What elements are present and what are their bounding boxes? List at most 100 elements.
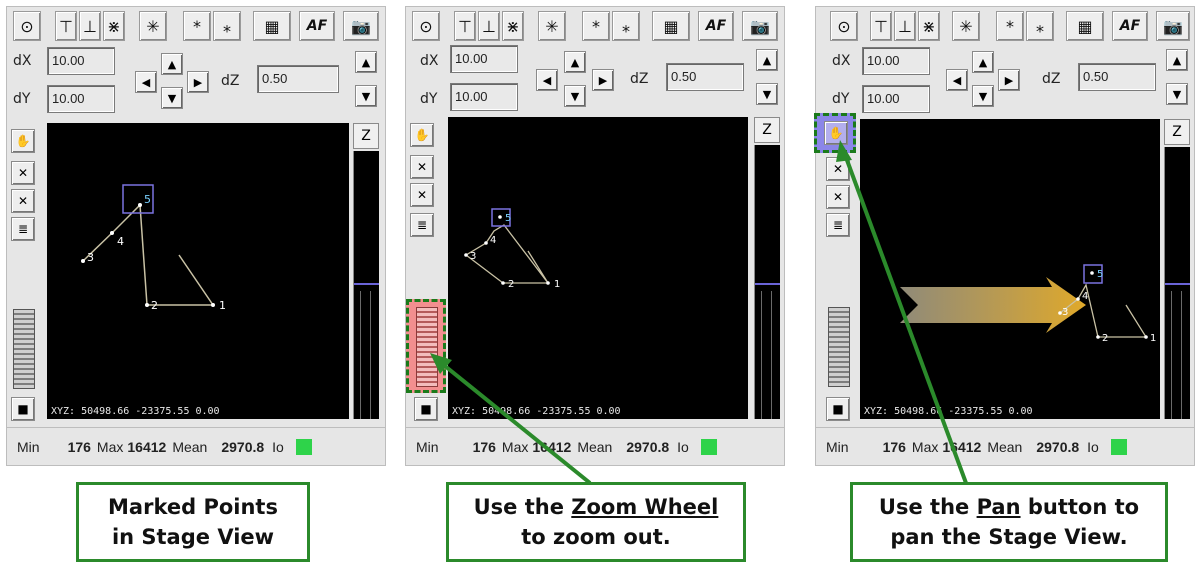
arrow-left-button[interactable]: ◀ xyxy=(946,69,968,91)
arrow-right-button[interactable]: ▶ xyxy=(187,71,209,93)
list-icon[interactable]: ≣ xyxy=(410,213,434,237)
caption-line: in Stage View xyxy=(111,525,275,549)
z-up-button[interactable]: ▲ xyxy=(1166,49,1188,71)
stage-view[interactable]: 1 2 3 4 5 XYZ: 50498.66 -23375.55 0.00 xyxy=(860,119,1160,419)
align-center-icon[interactable]: ⋇ xyxy=(918,11,940,41)
z-column xyxy=(353,151,379,419)
stop-icon[interactable]: ■ xyxy=(826,397,850,421)
clear-point-icon[interactable]: ✕ xyxy=(11,161,35,185)
dy-label: dY xyxy=(13,91,31,107)
arrow-left-button[interactable]: ◀ xyxy=(135,71,157,93)
star-top-icon[interactable]: * xyxy=(582,11,610,41)
max-label: Max xyxy=(96,438,124,455)
dz-field[interactable]: 0.50 xyxy=(666,63,744,91)
target-icon[interactable]: ⊙ xyxy=(412,11,440,41)
arrow-down-button[interactable]: ▼ xyxy=(161,87,183,109)
z-down-button[interactable]: ▼ xyxy=(756,83,778,105)
target-icon[interactable]: ⊙ xyxy=(13,11,41,41)
camera-icon[interactable]: 📷 xyxy=(1156,11,1190,41)
star-top-icon[interactable]: * xyxy=(996,11,1024,41)
arrow-down-button[interactable]: ▼ xyxy=(972,85,994,107)
af-button[interactable]: AF xyxy=(1112,11,1148,41)
z-up-button[interactable]: ▲ xyxy=(355,51,377,73)
caption-line: to zoom out. xyxy=(521,525,671,549)
point-label-5: 5 xyxy=(144,193,151,206)
grid-icon[interactable]: ▦ xyxy=(652,11,690,41)
list-icon[interactable]: ≣ xyxy=(11,217,35,241)
clear-all-icon[interactable]: ✕ xyxy=(826,185,850,209)
z-down-button[interactable]: ▼ xyxy=(355,85,377,107)
dy-field[interactable]: 10.00 xyxy=(47,85,115,113)
z-down-button[interactable]: ▼ xyxy=(1166,83,1188,105)
dz-field[interactable]: 0.50 xyxy=(257,65,339,93)
status-bar: Min 176 Max 16412 Mean 2970.8 Io xyxy=(406,427,784,465)
list-icon[interactable]: ≣ xyxy=(826,213,850,237)
arrow-left-button[interactable]: ◀ xyxy=(536,69,558,91)
z-up-button[interactable]: ▲ xyxy=(756,49,778,71)
star-icon[interactable]: ✳ xyxy=(139,11,167,41)
camera-icon[interactable]: 📷 xyxy=(343,11,379,41)
status-indicator xyxy=(295,438,312,455)
camera-icon[interactable]: 📷 xyxy=(742,11,778,41)
grid-icon[interactable]: ▦ xyxy=(1066,11,1104,41)
stage-view[interactable]: 1 2 3 4 5 XYZ: 50498.66 -23375.55 0.00 xyxy=(47,123,349,419)
af-button[interactable]: AF xyxy=(698,11,734,41)
star-top-icon[interactable]: * xyxy=(183,11,211,41)
star-icon[interactable]: ✳ xyxy=(538,11,566,41)
dy-field[interactable]: 10.00 xyxy=(862,85,930,113)
max-label: Max xyxy=(501,438,529,455)
align-bottom-icon[interactable]: ⊥ xyxy=(478,11,500,41)
align-top-icon[interactable]: ⊤ xyxy=(454,11,476,41)
max-value: 16412 xyxy=(127,438,167,455)
zoom-wheel[interactable] xyxy=(416,307,438,387)
stop-icon[interactable]: ■ xyxy=(414,397,438,421)
io-label: Io xyxy=(677,438,689,455)
min-label: Min xyxy=(416,438,439,455)
dy-field[interactable]: 10.00 xyxy=(450,83,518,111)
align-bottom-icon[interactable]: ⊥ xyxy=(79,11,101,41)
star-icon[interactable]: ✳ xyxy=(952,11,980,41)
clear-point-icon[interactable]: ✕ xyxy=(410,155,434,179)
pan-icon[interactable]: ✋ xyxy=(11,129,35,153)
arrow-up-button[interactable]: ▲ xyxy=(972,51,994,73)
stop-icon[interactable]: ■ xyxy=(11,397,35,421)
arrow-right-button[interactable]: ▶ xyxy=(998,69,1020,91)
align-top-icon[interactable]: ⊤ xyxy=(55,11,77,41)
caption-zoom-wheel: Use the Zoom Wheel to zoom out. xyxy=(446,482,746,562)
star-bottom-icon[interactable]: ⁎ xyxy=(1026,11,1054,41)
caption-text: button to xyxy=(1020,495,1140,519)
point-label-3: 3 xyxy=(1062,307,1068,318)
zoom-wheel[interactable] xyxy=(828,307,850,387)
clear-all-icon[interactable]: ✕ xyxy=(11,189,35,213)
clear-point-icon[interactable]: ✕ xyxy=(826,157,850,181)
status-bar: Min 176 Max 16412 Mean 2970.8 Io xyxy=(7,427,385,465)
max-value: 16412 xyxy=(532,438,572,455)
arrow-down-button[interactable]: ▼ xyxy=(564,85,586,107)
pan-icon[interactable]: ✋ xyxy=(410,123,434,147)
align-bottom-icon[interactable]: ⊥ xyxy=(894,11,916,41)
dx-field[interactable]: 10.00 xyxy=(47,47,115,75)
grid-icon[interactable]: ▦ xyxy=(253,11,291,41)
dz-label: dZ xyxy=(221,73,240,89)
af-button[interactable]: AF xyxy=(299,11,335,41)
arrow-up-button[interactable]: ▲ xyxy=(564,51,586,73)
align-center-icon[interactable]: ⋇ xyxy=(103,11,125,41)
arrow-up-button[interactable]: ▲ xyxy=(161,53,183,75)
align-top-icon[interactable]: ⊤ xyxy=(870,11,892,41)
min-value: 176 xyxy=(67,438,91,455)
pan-icon[interactable]: ✋ xyxy=(824,121,848,145)
dx-field[interactable]: 10.00 xyxy=(450,45,518,73)
align-center-icon[interactable]: ⋇ xyxy=(502,11,524,41)
point-label-2: 2 xyxy=(151,299,158,312)
clear-all-icon[interactable]: ✕ xyxy=(410,183,434,207)
star-bottom-icon[interactable]: ⁎ xyxy=(612,11,640,41)
mean-label: Mean xyxy=(987,438,1023,455)
zoom-wheel[interactable] xyxy=(13,309,35,389)
target-icon[interactable]: ⊙ xyxy=(830,11,858,41)
arrow-right-button[interactable]: ▶ xyxy=(592,69,614,91)
stage-view[interactable]: 1 2 3 4 5 XYZ: 50498.66 -23375.55 0.00 xyxy=(448,117,748,419)
dx-field[interactable]: 10.00 xyxy=(862,47,930,75)
star-bottom-icon[interactable]: ⁎ xyxy=(213,11,241,41)
dz-field[interactable]: 0.50 xyxy=(1078,63,1156,91)
caption-marked-points: Marked Points in Stage View xyxy=(76,482,310,562)
